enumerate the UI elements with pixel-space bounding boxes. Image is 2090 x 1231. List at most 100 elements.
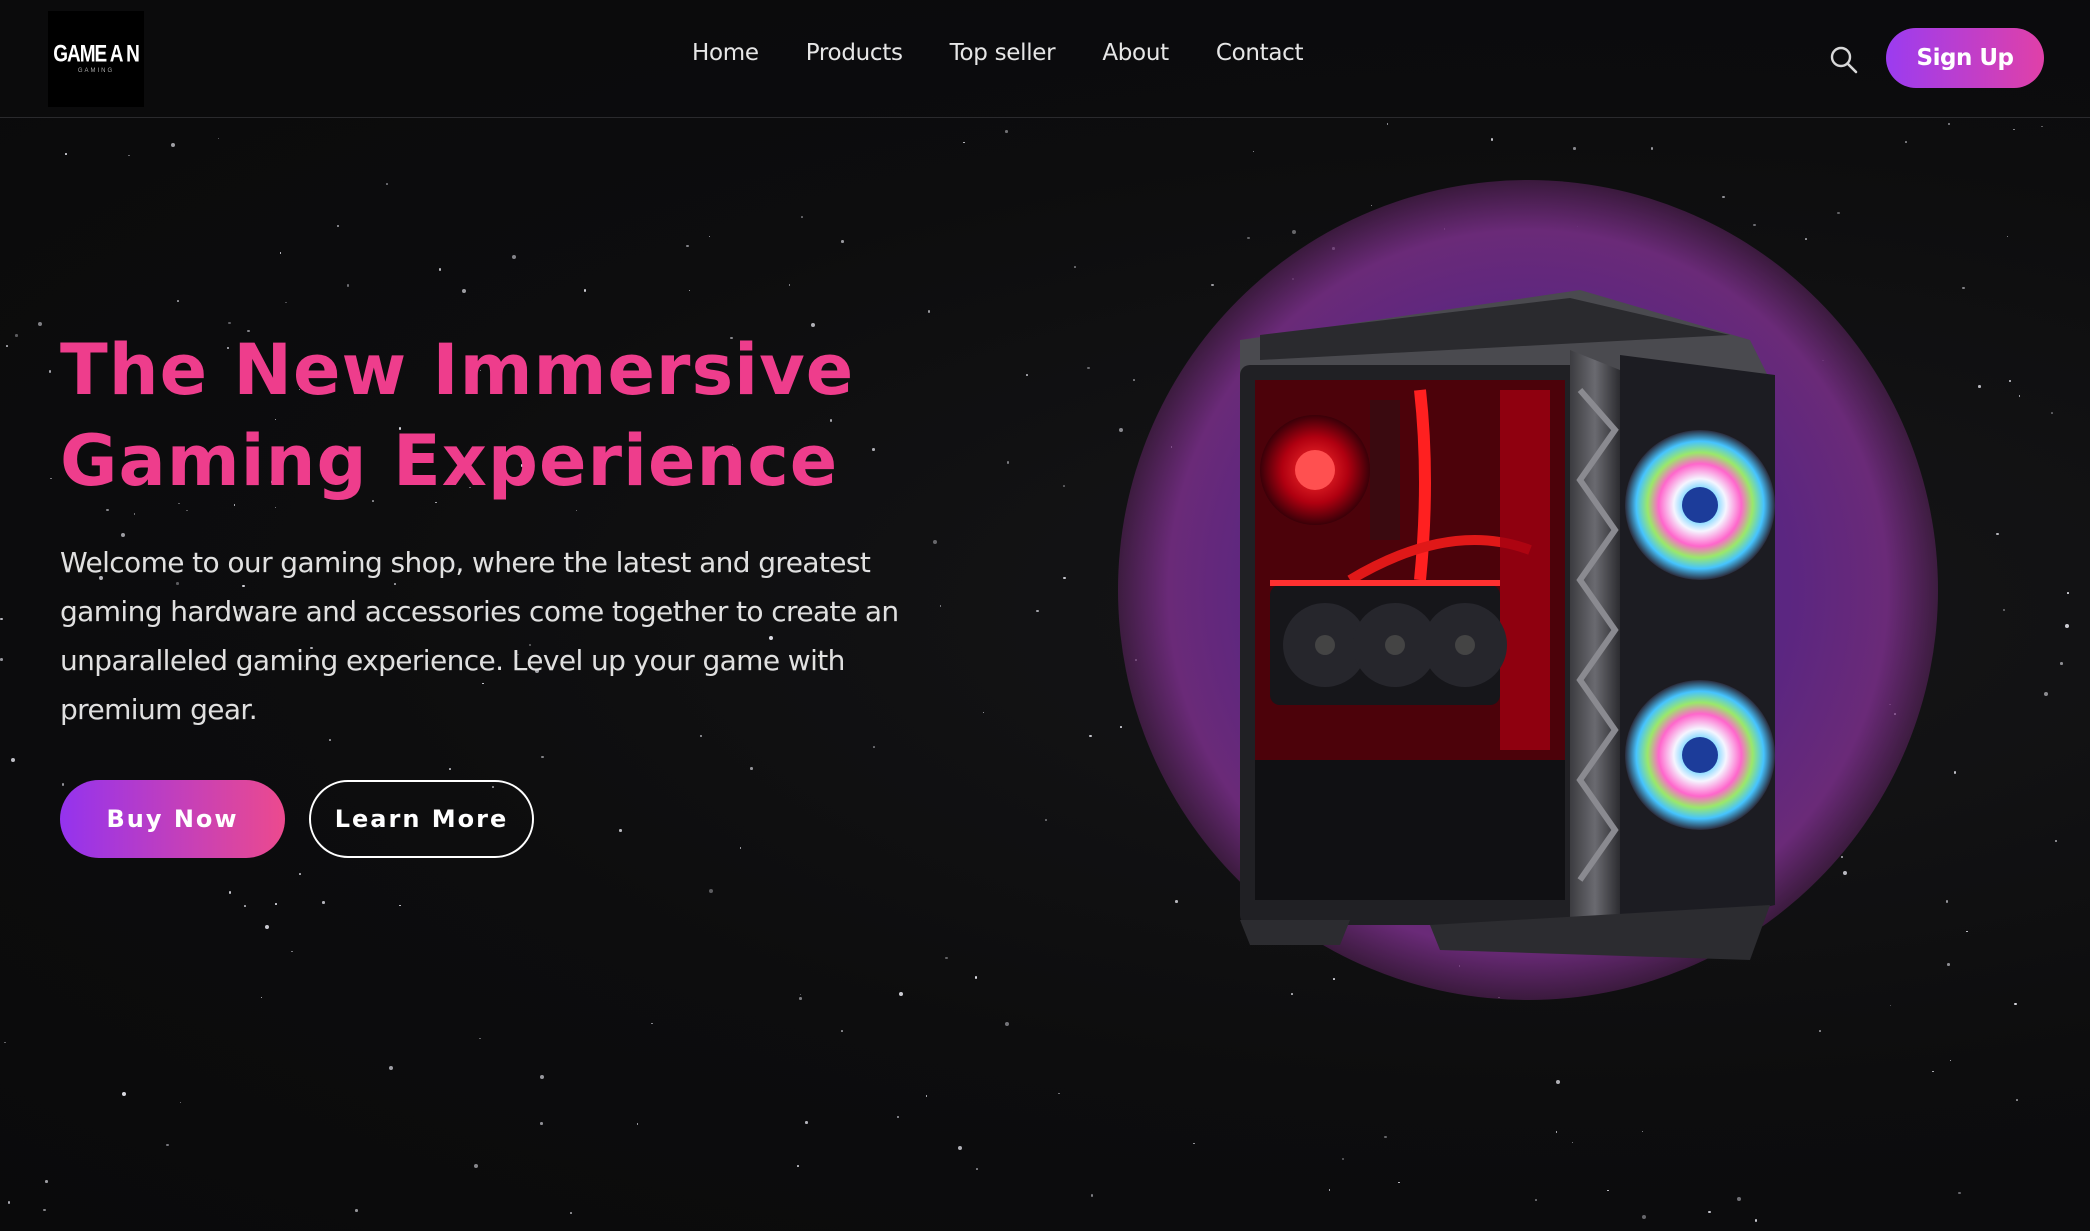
star-dot [1962, 286, 1965, 290]
star-dot [279, 251, 282, 254]
star-dot [1398, 1181, 1400, 1184]
star-dot [322, 901, 325, 904]
learn-more-button[interactable]: Learn More [309, 780, 534, 858]
buy-now-button[interactable]: Buy Now [60, 780, 285, 858]
star-dot [801, 216, 803, 218]
star-dot [48, 370, 52, 373]
star-dot [575, 509, 578, 512]
star-dot [1063, 485, 1065, 487]
star-dot [1211, 283, 1214, 287]
star-dot [1386, 123, 1389, 125]
star-dot [963, 141, 965, 144]
nav-about[interactable]: About [1102, 40, 1169, 66]
star-dot [619, 829, 622, 832]
star-dot [45, 1180, 48, 1183]
star-dot [1966, 930, 1968, 933]
star-dot [479, 1037, 481, 1040]
star-dot [355, 1209, 358, 1212]
star-dot [128, 154, 130, 157]
nav-products[interactable]: Products [806, 40, 903, 66]
star-dot [1384, 1135, 1387, 1139]
star-dot [186, 509, 188, 512]
star-dot [1571, 1141, 1574, 1144]
star-dot [896, 1115, 900, 1119]
star-dot [570, 1212, 573, 1214]
star-dot [945, 956, 948, 960]
hero-title-line-2: Gaming Experience [60, 420, 839, 502]
star-dot [841, 240, 844, 243]
star-dot [1291, 993, 1293, 995]
nav-home[interactable]: Home [692, 40, 759, 66]
star-dot [1026, 374, 1028, 376]
star-dot [1120, 725, 1122, 728]
star-dot [64, 153, 67, 156]
star-dot [274, 903, 277, 905]
star-dot [511, 254, 516, 259]
star-dot [336, 224, 340, 228]
star-dot [2006, 235, 2009, 238]
star-dot [106, 508, 109, 512]
star-dot [841, 1029, 844, 1032]
star-dot [1949, 1059, 1952, 1062]
star-dot [2050, 412, 2053, 415]
star-dot [651, 1022, 653, 1025]
star-dot [799, 993, 802, 996]
nav-contact[interactable]: Contact [1216, 40, 1304, 66]
star-dot [958, 1145, 963, 1150]
star-dot [1904, 141, 1907, 143]
star-dot [0, 617, 3, 621]
logo[interactable]: GAME A N GAMING [48, 11, 144, 107]
star-dot [2016, 1098, 2018, 1101]
star-dot [1005, 130, 1008, 133]
star-dot [699, 734, 703, 738]
star-dot [1607, 1189, 1610, 1192]
star-dot [927, 310, 931, 313]
star-dot [1842, 871, 1847, 876]
star-dot [797, 1165, 799, 1167]
star-dot [462, 289, 467, 294]
nav-top-seller[interactable]: Top seller [950, 40, 1056, 66]
star-dot [1252, 150, 1255, 153]
star-dot [2008, 379, 2012, 383]
star-dot [2002, 608, 2006, 612]
star-dot [386, 183, 388, 185]
star-dot [583, 289, 587, 292]
star-dot [1641, 1130, 1644, 1133]
star-dot [1953, 771, 1957, 774]
sign-up-button[interactable]: Sign Up [1886, 28, 2044, 88]
star-dot [1133, 379, 1135, 381]
star-dot [1978, 385, 1981, 388]
star-dot [1175, 900, 1178, 903]
star-dot [1753, 223, 1756, 227]
star-dot [244, 905, 247, 907]
star-dot [1333, 978, 1336, 980]
star-dot [805, 1121, 808, 1124]
star-dot [925, 1095, 928, 1097]
search-icon[interactable] [1829, 45, 1859, 75]
star-dot [788, 284, 791, 286]
star-dot [265, 924, 270, 929]
star-dot [179, 1101, 182, 1104]
star-dot [133, 513, 136, 515]
star-dot [389, 1065, 394, 1070]
logo-text: GAME A N [53, 41, 140, 68]
logo-subtext: GAMING [77, 68, 115, 74]
star-dot [291, 950, 293, 953]
star-dot [1996, 532, 1999, 536]
star-dot [10, 758, 15, 763]
star-dot [708, 235, 711, 238]
star-dot [1006, 461, 1010, 464]
star-dot [449, 768, 451, 770]
star-dot [1573, 147, 1576, 150]
star-dot [1641, 1215, 1646, 1220]
star-dot [1650, 147, 1654, 150]
star-dot [976, 1167, 979, 1170]
star-dot [974, 976, 978, 979]
star-dot [1945, 900, 1949, 903]
star-dot [50, 477, 52, 480]
star-dot [1087, 366, 1090, 370]
star-dot [166, 1143, 169, 1146]
star-dot [7, 1201, 11, 1204]
star-dot [1089, 734, 1092, 738]
star-dot [1090, 1194, 1094, 1197]
